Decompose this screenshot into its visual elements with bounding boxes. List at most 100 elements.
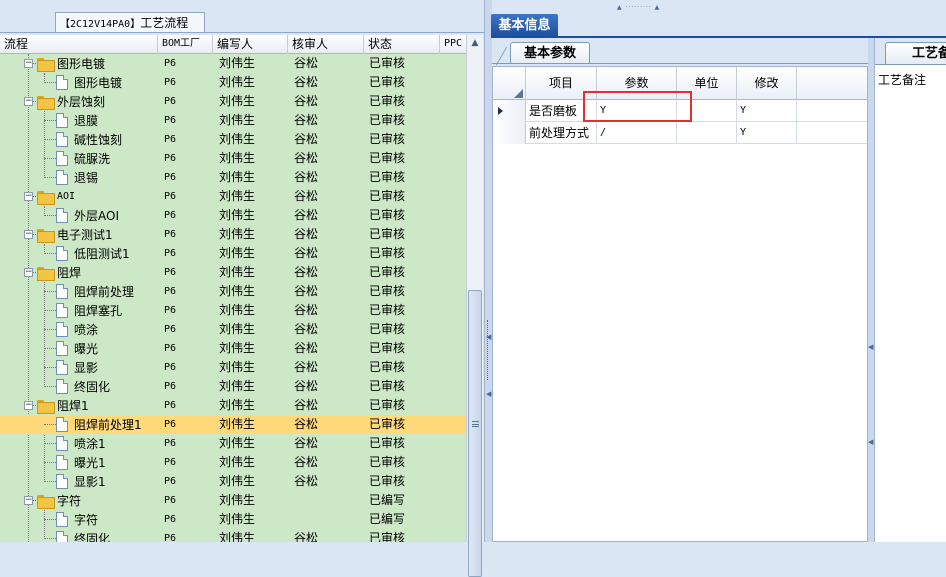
status-cell: 已审核 <box>369 474 406 488</box>
panel-splitter[interactable]: ◀ ◀ <box>484 0 492 542</box>
tree-step-row[interactable]: 图形电镀 P6 刘伟生 谷松 已审核 <box>0 73 466 92</box>
tree-node[interactable]: − 字符 <box>24 491 81 510</box>
column-header-ppc[interactable]: PPC <box>440 35 466 54</box>
tree-step-row[interactable]: 曝光 P6 刘伟生 谷松 已审核 <box>0 339 466 358</box>
row-selector[interactable] <box>493 100 526 122</box>
tree-node[interactable]: 阻焊前处理 <box>56 282 134 301</box>
tree-node[interactable]: 低阻测试1 <box>56 244 130 263</box>
tree-node[interactable]: 曝光1 <box>56 453 106 472</box>
tree-step-row[interactable]: 终固化 P6 刘伟生 谷松 已审核 <box>0 529 466 542</box>
document-icon <box>56 379 68 394</box>
tree-node-label: AOI <box>57 191 76 202</box>
grid-header-modify[interactable]: 修改 <box>737 67 797 100</box>
column-header-flow[interactable]: 流程 <box>0 35 158 54</box>
tab-process-notes[interactable]: 工艺备注 <box>885 42 946 64</box>
column-header-status[interactable]: 状态 <box>364 35 440 54</box>
tree-node[interactable]: 阻焊前处理1 <box>56 415 142 434</box>
tree-step-row[interactable]: 显影 P6 刘伟生 谷松 已审核 <box>0 358 466 377</box>
tree-node[interactable]: − 外层蚀刻 <box>24 92 105 111</box>
tree-step-row[interactable]: 喷涂 P6 刘伟生 谷松 已审核 <box>0 320 466 339</box>
tree-node[interactable]: 图形电镀 <box>56 73 122 92</box>
tree-step-row[interactable]: 退膜 P6 刘伟生 谷松 已审核 <box>0 111 466 130</box>
tree-group-row[interactable]: − 图形电镀 P6 刘伟生 谷松 已审核 <box>0 54 466 73</box>
grid-cell-unit[interactable] <box>677 122 737 144</box>
tree-group-row[interactable]: − 阻焊 P6 刘伟生 谷松 已审核 <box>0 263 466 282</box>
column-header-writer[interactable]: 编写人 <box>213 35 288 54</box>
tree-step-row[interactable]: 外层AOI P6 刘伟生 谷松 已审核 <box>0 206 466 225</box>
tree-group-row[interactable]: − 电子测试1 P6 刘伟生 谷松 已审核 <box>0 225 466 244</box>
tree-step-row[interactable]: 阻焊前处理1 P6 刘伟生 谷松 已审核 <box>0 415 466 434</box>
grid-cell-item[interactable]: 前处理方式 <box>526 122 597 144</box>
reviewer-cell: 谷松 <box>294 398 319 412</box>
tree-step-row[interactable]: 阻焊前处理 P6 刘伟生 谷松 已审核 <box>0 282 466 301</box>
bom-cell: P6 <box>164 343 177 354</box>
column-header-reviewer[interactable]: 核审人 <box>288 35 364 54</box>
scroll-up-arrow-icon[interactable]: ▲ <box>467 35 483 52</box>
tree-group-row[interactable]: − 阻焊1 P6 刘伟生 谷松 已审核 <box>0 396 466 415</box>
tree-step-row[interactable]: 阻焊塞孔 P6 刘伟生 谷松 已审核 <box>0 301 466 320</box>
collapse-icon[interactable]: − <box>24 59 33 68</box>
tree-node[interactable]: 硫脲洗 <box>56 149 110 168</box>
tree-node[interactable]: 终固化 <box>56 377 110 396</box>
tree-node[interactable]: − 阻焊 <box>24 263 81 282</box>
tree-step-row[interactable]: 字符 P6 刘伟生 已编写 <box>0 510 466 529</box>
status-cell: 已审核 <box>369 284 406 298</box>
tree-node[interactable]: 喷涂 <box>56 320 98 339</box>
tab-process-flow[interactable]: 【2C12V14PA0】工艺流程 <box>55 12 205 33</box>
tree-node[interactable]: 退膜 <box>56 111 98 130</box>
tree-step-row[interactable]: 碱性蚀刻 P6 刘伟生 谷松 已审核 <box>0 130 466 149</box>
top-splitter-grip-icon[interactable]: ▲ ········· ▲ <box>617 5 681 11</box>
document-icon <box>56 436 68 451</box>
tree-node[interactable]: − 阻焊1 <box>24 396 89 415</box>
collapse-icon[interactable]: − <box>24 97 33 106</box>
collapse-icon[interactable]: − <box>24 401 33 410</box>
tree-node[interactable]: 显影 <box>56 358 98 377</box>
grid-corner[interactable] <box>493 67 526 100</box>
tree-node[interactable]: 终固化 <box>56 529 110 542</box>
tab-basic-info[interactable]: 基本信息 <box>491 14 558 37</box>
grid-cell-param[interactable]: / <box>597 122 677 144</box>
status-cell: 已编写 <box>369 512 406 526</box>
tree-node[interactable]: 碱性蚀刻 <box>56 130 122 149</box>
collapse-icon[interactable]: − <box>24 268 33 277</box>
tree-node[interactable]: 阻焊塞孔 <box>56 301 122 320</box>
scrollbar-thumb[interactable] <box>468 290 482 577</box>
tree-step-row[interactable]: 显影1 P6 刘伟生 谷松 已审核 <box>0 472 466 491</box>
tab-basic-params[interactable]: 基本参数 <box>510 42 590 64</box>
tree-connector <box>44 424 56 425</box>
tree-node[interactable]: 退锡 <box>56 168 98 187</box>
tree-node[interactable]: 喷涂1 <box>56 434 106 453</box>
grid-cell-modify[interactable]: Y <box>737 100 797 122</box>
tree-node[interactable]: − AOI <box>24 187 75 206</box>
tree-node[interactable]: 字符 <box>56 510 98 529</box>
column-header-bom[interactable]: BOM工厂 <box>158 35 213 54</box>
grid-cell-modify[interactable]: Y <box>737 122 797 144</box>
tree-node[interactable]: − 电子测试1 <box>24 225 113 244</box>
tree-group-row[interactable]: − 外层蚀刻 P6 刘伟生 谷松 已审核 <box>0 92 466 111</box>
tree-node-label: 外层蚀刻 <box>57 95 106 109</box>
reviewer-cell: 谷松 <box>294 360 319 374</box>
tree-step-row[interactable]: 喷涂1 P6 刘伟生 谷松 已审核 <box>0 434 466 453</box>
tree-scrollbar[interactable]: ▲ <box>466 35 483 577</box>
collapse-icon[interactable]: − <box>24 192 33 201</box>
tree-connector <box>44 177 56 178</box>
bom-cell: P6 <box>164 495 177 506</box>
grid-row[interactable]: 前处理方式 / Y <box>493 122 867 144</box>
tree-node[interactable]: 曝光 <box>56 339 98 358</box>
collapse-icon[interactable]: − <box>24 230 33 239</box>
writer-cell: 刘伟生 <box>219 436 256 450</box>
tree-step-row[interactable]: 硫脲洗 P6 刘伟生 谷松 已审核 <box>0 149 466 168</box>
notes-body[interactable]: 工艺备注 <box>875 64 946 542</box>
tree-step-row[interactable]: 低阻测试1 P6 刘伟生 谷松 已审核 <box>0 244 466 263</box>
tree-step-row[interactable]: 终固化 P6 刘伟生 谷松 已审核 <box>0 377 466 396</box>
tree-group-row[interactable]: − 字符 P6 刘伟生 已编写 <box>0 491 466 510</box>
row-selector[interactable] <box>493 122 526 144</box>
tree-node[interactable]: − 图形电镀 <box>24 54 105 73</box>
collapse-icon[interactable]: − <box>24 496 33 505</box>
writer-cell: 刘伟生 <box>219 94 256 108</box>
tree-step-row[interactable]: 曝光1 P6 刘伟生 谷松 已审核 <box>0 453 466 472</box>
tree-group-row[interactable]: − AOI P6 刘伟生 谷松 已审核 <box>0 187 466 206</box>
tree-node[interactable]: 显影1 <box>56 472 106 491</box>
tree-node[interactable]: 外层AOI <box>56 206 119 225</box>
tree-step-row[interactable]: 退锡 P6 刘伟生 谷松 已审核 <box>0 168 466 187</box>
